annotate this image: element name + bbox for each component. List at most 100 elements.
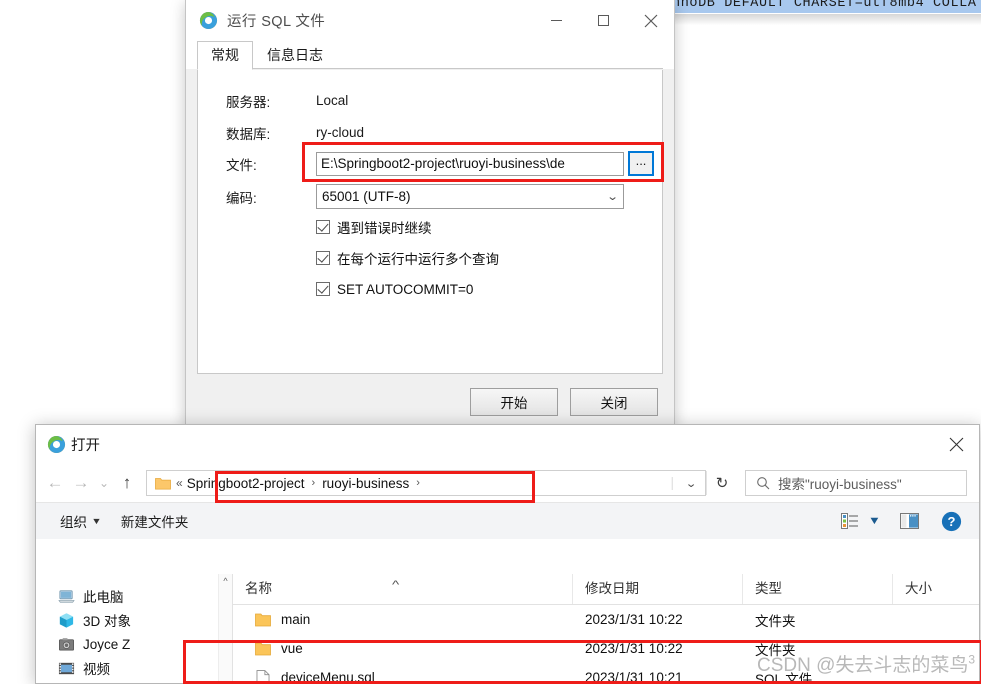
open-file-dialog: 打开 ← → ⌄ ↑ « Springboot2-project › ruoyi… (35, 424, 980, 684)
sidebar-item-3d-objects-label: 3D 对象 (83, 614, 132, 629)
preview-pane-icon (900, 513, 919, 529)
file-name-cell: deviceMenu.sql (233, 669, 573, 684)
sidebar-item-joyce-z[interactable]: Joyce Z (36, 632, 232, 656)
folder-icon (155, 477, 171, 489)
sidebar-item-videos-label: 视频 (83, 662, 110, 677)
chevron-down-icon: ▼ (91, 516, 102, 526)
this-pc-icon (58, 589, 75, 603)
command-toolbar: 组织 ▼ 新建文件夹 ▼ ? (36, 502, 979, 539)
column-header-type[interactable]: 类型 (743, 574, 893, 604)
close-icon (644, 14, 657, 27)
folder-icon (255, 613, 271, 626)
checkbox-set-autocommit-label: SET AUTOCOMMIT=0 (337, 281, 474, 297)
encoding-value: 65001 (UTF-8) (322, 189, 411, 204)
start-button[interactable]: 开始 (470, 388, 558, 416)
breadcrumb: Springboot2-project › ruoyi-business › (187, 476, 676, 491)
chevron-down-icon: ▼ (868, 515, 882, 527)
tab-general-label: 常规 (211, 47, 239, 63)
search-input-placeholder: 搜索"ruoyi-business" (778, 477, 902, 492)
file-row: 文件: E:\Springboot2-project\ruoyi-busines… (198, 150, 662, 177)
tab-general[interactable]: 常规 (197, 41, 253, 70)
sidebar-scrollbar[interactable]: ^ (218, 574, 232, 683)
tab-message-log[interactable]: 信息日志 (253, 41, 337, 69)
preview-pane-button[interactable] (895, 510, 924, 532)
table-row[interactable]: vue 2023/1/31 10:22 文件夹 (233, 634, 979, 663)
svg-text:?: ? (948, 514, 956, 529)
file-list-header: 名称 ^ 修改日期 类型 大小 (233, 574, 979, 605)
help-button[interactable]: ? (936, 508, 967, 535)
breadcrumb-bar[interactable]: « Springboot2-project › ruoyi-business ›… (146, 470, 706, 496)
column-header-name[interactable]: 名称 ^ (233, 574, 573, 604)
sidebar-item-3d-objects[interactable]: 3D 对象 (36, 608, 232, 632)
forward-button[interactable]: → (68, 468, 94, 498)
server-label: 服务器: (226, 94, 271, 110)
organize-label: 组织 (60, 515, 87, 530)
run-sql-file-dialog: 运行 SQL 文件 常规 信息日志 服务器: Local 数据库: ry-clo… (185, 0, 675, 428)
file-type-cell: SQL 文件 (755, 671, 813, 684)
path-overflow-chevrons[interactable]: « (176, 476, 183, 490)
videos-icon (58, 662, 75, 674)
column-header-size[interactable]: 大小 (893, 574, 979, 604)
new-folder-button[interactable]: 新建文件夹 (111, 507, 199, 535)
close-button[interactable] (627, 0, 674, 41)
sql-dialog-buttons: 开始 关闭 (470, 388, 658, 416)
search-box[interactable]: 搜索"ruoyi-business" (745, 470, 967, 496)
change-view-button[interactable] (836, 510, 864, 532)
view-options-dropdown[interactable]: ▼ (864, 512, 885, 530)
table-row[interactable]: deviceMenu.sql 2023/1/31 10:21 SQL 文件 (233, 663, 979, 684)
sql-dialog-title: 运行 SQL 文件 (227, 14, 326, 30)
navicat-icon (47, 435, 66, 454)
file-date-cell: 2023/1/31 10:22 (585, 641, 683, 656)
navigation-sidebar: 此电脑 3D 对象 Joyce Z 视频 ^ (36, 574, 232, 683)
open-dialog-close-button[interactable] (933, 425, 979, 464)
refresh-button[interactable]: ↻ (706, 471, 737, 495)
breadcrumb-dropdown-button[interactable]: ⌄ (671, 476, 710, 490)
close-icon (949, 437, 963, 452)
maximize-button[interactable] (580, 0, 627, 41)
encoding-select[interactable]: 65001 (UTF-8) ⌄ (316, 184, 624, 209)
column-header-date[interactable]: 修改日期 (573, 574, 743, 604)
breadcrumb-separator-icon[interactable]: › (416, 477, 420, 489)
checkbox-continue-on-error[interactable]: 遇到错误时继续 (316, 217, 432, 237)
sidebar-item-videos[interactable]: 视频 (36, 656, 232, 680)
file-list: 名称 ^ 修改日期 类型 大小 main 2023/1/31 10:22 文件夹 (232, 574, 979, 683)
checkbox-set-autocommit[interactable]: SET AUTOCOMMIT=0 (316, 279, 473, 299)
checkbox-icon (316, 282, 330, 296)
up-button[interactable]: ↑ (114, 468, 140, 498)
table-row[interactable]: main 2023/1/31 10:22 文件夹 (233, 605, 979, 634)
tab-message-log-label: 信息日志 (267, 47, 323, 63)
database-value: ry-cloud (316, 125, 365, 140)
file-name-label: main (281, 612, 311, 627)
minimize-button[interactable] (533, 0, 580, 41)
breadcrumb-item-1[interactable]: ruoyi-business (322, 476, 409, 491)
checkbox-multiple-queries[interactable]: 在每个运行中运行多个查询 (316, 248, 499, 268)
sql-dialog-tabstrip: 常规 信息日志 (186, 41, 674, 70)
back-button[interactable]: ← (42, 468, 68, 498)
breadcrumb-item-0[interactable]: Springboot2-project (187, 476, 305, 491)
background-sql-editor: nnoDB DEFAULT CHARSET=utf8mb4 COLLA (672, 0, 981, 30)
file-name-cell: main (233, 612, 573, 628)
file-type-cell: 文件夹 (755, 642, 796, 658)
recent-locations-button[interactable]: ⌄ (94, 468, 114, 498)
sql-dialog-window-controls (533, 0, 674, 41)
file-name-label: vue (281, 641, 303, 656)
encoding-row: 编码: 65001 (UTF-8) ⌄ (198, 183, 662, 210)
file-label: 文件: (226, 157, 257, 173)
address-bar: ← → ⌄ ↑ « Springboot2-project › ruoyi-bu… (36, 464, 979, 502)
list-view-icon (841, 513, 859, 529)
close-dialog-button[interactable]: 关闭 (570, 388, 658, 416)
sidebar-item-this-pc[interactable]: 此电脑 (36, 584, 232, 608)
organize-button[interactable]: 组织 ▼ (50, 507, 111, 535)
sidebar-item-joyce-z-label: Joyce Z (83, 636, 131, 652)
encoding-label: 编码: (226, 190, 257, 206)
database-row: 数据库: ry-cloud (198, 119, 662, 146)
3d-objects-icon (59, 612, 74, 628)
browse-file-button[interactable]: ... (628, 151, 654, 176)
search-icon (757, 477, 770, 490)
file-path-input[interactable]: E:\Springboot2-project\ruoyi-business\de (316, 151, 624, 176)
chevron-down-icon: ⌄ (606, 191, 619, 203)
folder-icon (255, 642, 271, 655)
file-name-label: deviceMenu.sql (281, 670, 375, 684)
sidebar-item-this-pc-label: 此电脑 (83, 590, 124, 605)
camera-roll-icon (59, 637, 74, 651)
